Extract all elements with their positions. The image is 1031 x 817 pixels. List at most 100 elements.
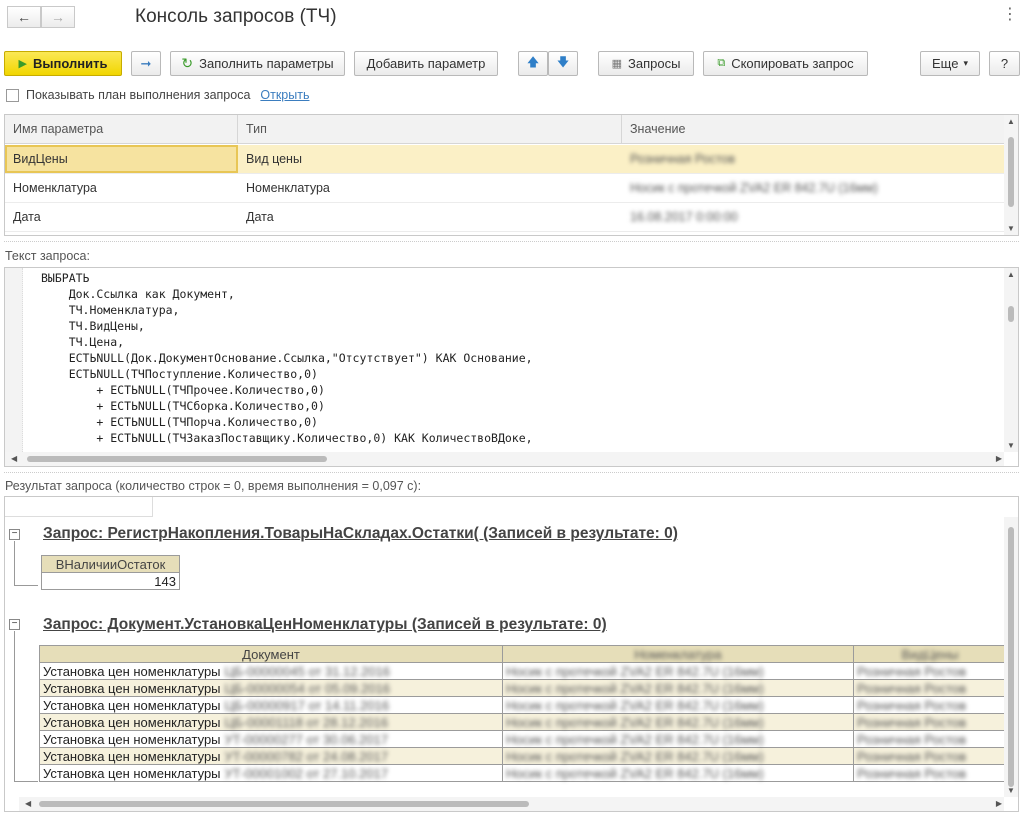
result-hscroll[interactable]: ◀ ▶ xyxy=(19,797,1004,811)
table-cell[interactable]: 143 xyxy=(41,572,180,590)
help-button[interactable]: ? xyxy=(989,51,1020,76)
document-cell[interactable]: Установка цен номенклатуры ЦБ-00000045 от… xyxy=(39,662,503,680)
query1-title[interactable]: Запрос: РегистрНакопления.ТоварыНаСклада… xyxy=(43,525,678,543)
scroll-down-icon[interactable]: ▼ xyxy=(1007,224,1015,233)
scroll-thumb[interactable] xyxy=(27,456,327,462)
scroll-left-icon[interactable]: ◀ xyxy=(11,454,17,463)
nomenclature-cell[interactable]: Носик с протечкой ZVA2 ER 842.7U (16мм) xyxy=(502,764,854,782)
refresh-icon: ↻ xyxy=(181,55,194,71)
column-header-type[interactable]: Тип xyxy=(238,115,622,143)
move-up-button[interactable]: 🡅 xyxy=(518,51,548,76)
price-type-cell[interactable]: Розничная Ростов xyxy=(853,730,1007,748)
nomenclature-cell[interactable]: Носик с протечкой ZVA2 ER 842.7U (16мм) xyxy=(502,696,854,714)
query2-title[interactable]: Запрос: Документ.УстановкаЦенНоменклатур… xyxy=(43,616,607,634)
table-row[interactable]: Установка цен номенклатуры ЦБ-00000054 от… xyxy=(39,679,1007,697)
scroll-thumb[interactable] xyxy=(1008,306,1014,322)
tree-line xyxy=(14,541,15,585)
scroll-left-icon[interactable]: ◀ xyxy=(25,799,31,808)
price-type-cell[interactable]: Розничная Ростов xyxy=(853,679,1007,697)
table-row[interactable]: Установка цен номенклатуры УТ-00000782 от… xyxy=(39,747,1007,765)
move-down-button[interactable]: 🡇 xyxy=(548,51,578,76)
document-type: Установка цен номенклатуры xyxy=(43,663,221,679)
editor-vscroll[interactable]: ▲ ▼ xyxy=(1004,268,1018,452)
collapse-icon[interactable]: − xyxy=(9,529,20,540)
document-cell[interactable]: Установка цен номенклатуры УТ-00001002 от… xyxy=(39,764,503,782)
scroll-down-icon[interactable]: ▼ xyxy=(1007,786,1015,795)
forward-button[interactable]: → xyxy=(41,6,75,28)
collapse-icon[interactable]: − xyxy=(9,619,20,630)
column-header-name[interactable]: Имя параметра xyxy=(5,115,238,143)
nomenclature-cell[interactable]: Носик с протечкой ZVA2 ER 842.7U (16мм) xyxy=(502,679,854,697)
param-value-cell[interactable]: 16.08.2017 0:00:00 xyxy=(622,203,1005,231)
scroll-thumb[interactable] xyxy=(39,801,529,807)
param-row[interactable]: Номенклатура Номенклатура Носик с протеч… xyxy=(5,174,1005,203)
fill-params-button[interactable]: ↻ Заполнить параметры xyxy=(170,51,345,76)
arrow-up-icon: 🡅 xyxy=(526,55,540,69)
tree-line xyxy=(14,585,38,586)
step-icon: ➞ xyxy=(140,55,152,71)
editor-hscroll[interactable]: ◀ ▶ xyxy=(5,452,1004,466)
table-row[interactable]: Установка цен номенклатуры ЦБ-00000045 от… xyxy=(39,662,1007,680)
add-param-button[interactable]: Добавить параметр xyxy=(354,51,498,76)
params-grid: Имя параметра Тип Значение ВидЦены Вид ц… xyxy=(4,114,1019,236)
step-button[interactable]: ➞ xyxy=(131,51,161,76)
document-cell[interactable]: Установка цен номенклатуры УТ-00000277 от… xyxy=(39,730,503,748)
window-menu-icon[interactable]: ⋮ xyxy=(1002,4,1019,24)
scroll-up-icon[interactable]: ▲ xyxy=(1007,270,1015,279)
scroll-thumb[interactable] xyxy=(1008,137,1014,207)
query-editor[interactable]: ВЫБРАТЬ Док.Ссылка как Документ, ТЧ.Номе… xyxy=(4,267,1019,467)
toolbar: ▶ Выполнить ➞ ↻ Заполнить параметры Доба… xyxy=(0,51,1031,77)
more-button[interactable]: Еще ▾ xyxy=(920,51,980,76)
queries-label: Запросы xyxy=(627,56,681,71)
table-row[interactable]: Установка цен номенклатуры УТ-00001002 от… xyxy=(39,764,1007,782)
document-type: Установка цен номенклатуры xyxy=(43,697,221,713)
nomenclature-cell[interactable]: Носик с протечкой ZVA2 ER 842.7U (16мм) xyxy=(502,747,854,765)
param-value-cell[interactable]: Носик с протечкой ZVA2 ER 842.7U (16мм) xyxy=(622,174,1005,202)
document-cell[interactable]: Установка цен номенклатуры ЦБ-00000054 от… xyxy=(39,679,503,697)
params-scrollbar[interactable]: ▲ ▼ xyxy=(1004,115,1018,235)
price-type-cell[interactable]: Розничная Ростов xyxy=(853,747,1007,765)
scroll-thumb[interactable] xyxy=(1008,527,1014,787)
more-label: Еще xyxy=(932,56,959,71)
param-type-cell[interactable]: Дата xyxy=(238,203,622,231)
param-row[interactable]: Дата Дата 16.08.2017 0:00:00 xyxy=(5,203,1005,232)
result-vscroll[interactable]: ▼ xyxy=(1004,517,1018,797)
execute-button[interactable]: ▶ Выполнить xyxy=(4,51,122,76)
table-row[interactable]: Установка цен номенклатуры УТ-00000277 от… xyxy=(39,730,1007,748)
document-number: УТ-00000277 от 30.06.2017 xyxy=(224,731,389,747)
document-cell[interactable]: Установка цен номенклатуры ЦБ-00001118 от… xyxy=(39,713,503,731)
price-type-cell[interactable]: Розничная Ростов xyxy=(853,696,1007,714)
param-name-cell[interactable]: Дата xyxy=(5,203,238,231)
param-type-cell[interactable]: Вид цены xyxy=(238,145,622,173)
param-row[interactable]: ВидЦены Вид цены Розничная Ростов xyxy=(5,145,1005,174)
scroll-down-icon[interactable]: ▼ xyxy=(1007,441,1015,450)
result-label: Результат запроса (количество строк = 0,… xyxy=(5,479,422,493)
table-row[interactable]: Установка цен номенклатуры ЦБ-00001118 от… xyxy=(39,713,1007,731)
splitter[interactable] xyxy=(4,472,1019,474)
queries-button[interactable]: ▦ Запросы xyxy=(598,51,694,76)
column-header-value[interactable]: Значение xyxy=(622,115,1005,143)
price-type-cell[interactable]: Розничная Ростов xyxy=(853,662,1007,680)
price-type-cell[interactable]: Розничная Ростов xyxy=(853,764,1007,782)
query-code[interactable]: ВЫБРАТЬ Док.Ссылка как Документ, ТЧ.Номе… xyxy=(41,270,533,446)
scroll-right-icon[interactable]: ▶ xyxy=(996,799,1002,808)
scroll-right-icon[interactable]: ▶ xyxy=(996,454,1002,463)
document-cell[interactable]: Установка цен номенклатуры УТ-00000782 от… xyxy=(39,747,503,765)
scroll-up-icon[interactable]: ▲ xyxy=(1007,117,1015,126)
show-plan-label: Показывать план выполнения запроса xyxy=(26,88,251,102)
price-type-cell[interactable]: Розничная Ростов xyxy=(853,713,1007,731)
param-type-cell[interactable]: Номенклатура xyxy=(238,174,622,202)
back-button[interactable]: ← xyxy=(7,6,41,28)
splitter[interactable] xyxy=(4,241,1019,243)
param-value-cell[interactable]: Розничная Ростов xyxy=(622,145,1005,173)
nomenclature-cell[interactable]: Носик с протечкой ZVA2 ER 842.7U (16мм) xyxy=(502,730,854,748)
table-row[interactable]: Установка цен номенклатуры ЦБ-00000917 от… xyxy=(39,696,1007,714)
nomenclature-cell[interactable]: Носик с протечкой ZVA2 ER 842.7U (16мм) xyxy=(502,662,854,680)
show-plan-checkbox[interactable] xyxy=(6,88,19,102)
copy-query-button[interactable]: ⧉ Скопировать запрос xyxy=(703,51,868,76)
open-plan-link[interactable]: Открыть xyxy=(260,88,309,102)
nomenclature-cell[interactable]: Носик с протечкой ZVA2 ER 842.7U (16мм) xyxy=(502,713,854,731)
param-name-cell[interactable]: Номенклатура xyxy=(5,174,238,202)
document-cell[interactable]: Установка цен номенклатуры ЦБ-00000917 от… xyxy=(39,696,503,714)
param-name-cell[interactable]: ВидЦены xyxy=(5,145,238,173)
